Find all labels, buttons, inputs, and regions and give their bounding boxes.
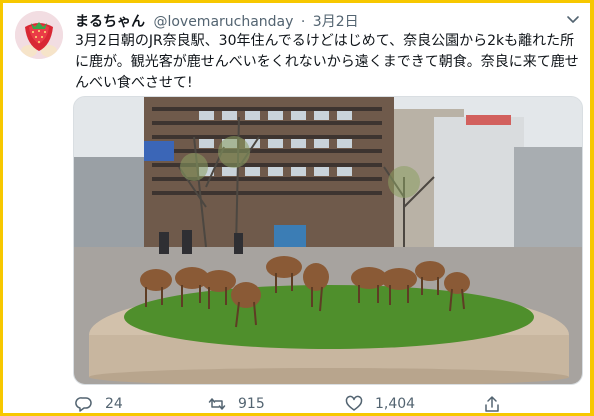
like-count: 1,404: [375, 396, 416, 412]
tweet-text: 3月2日朝のJR奈良駅、30年住んでるけどはじめて、奈良公園から2kも離れた所に…: [75, 33, 579, 91]
separator: ·: [300, 14, 306, 30]
reply-action[interactable]: 24: [75, 393, 123, 415]
tweet-actions: 24 915 1,404: [73, 393, 583, 415]
heart-icon: [345, 395, 363, 411]
tweet-card: まるちゃん @lovemaruchanday · 3月2日 3月2日朝のJR奈良…: [3, 3, 590, 413]
like-action[interactable]: 1,404: [345, 393, 415, 415]
avatar[interactable]: [15, 11, 63, 59]
retweet-icon: [208, 398, 226, 410]
user-handle[interactable]: @lovemaruchanday: [153, 14, 293, 30]
reply-count: 24: [105, 396, 123, 412]
retweet-action[interactable]: 915: [208, 393, 265, 415]
display-name[interactable]: まるちゃん: [75, 14, 145, 30]
chevron-down-icon[interactable]: [565, 11, 581, 27]
retweet-count: 915: [238, 396, 265, 412]
share-action[interactable]: [483, 393, 513, 415]
reply-icon: [75, 397, 92, 412]
deer-grazing-photo-icon: [74, 97, 582, 384]
tweet-photo[interactable]: [73, 96, 583, 385]
strawberry-avatar-icon: [15, 11, 63, 59]
share-icon: [485, 396, 499, 412]
tweet-header: まるちゃん @lovemaruchanday · 3月2日: [75, 11, 359, 31]
tweet-date[interactable]: 3月2日: [313, 14, 359, 30]
